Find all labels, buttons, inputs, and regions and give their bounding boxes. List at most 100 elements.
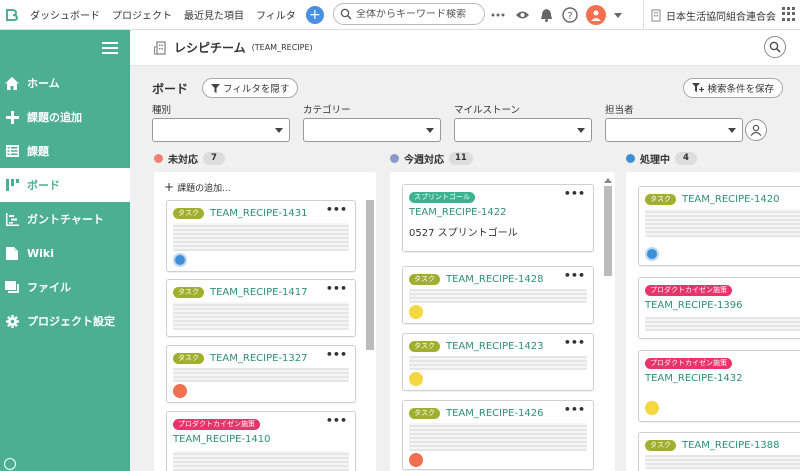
search-icon [769, 41, 781, 53]
issue-type-badge: タスク [645, 439, 676, 451]
issue-card[interactable]: プロダクトカイゼン施策 ••• TEAM_RECIPE-1410 [166, 411, 356, 471]
add-issue-link[interactable]: + 課題の追加... [164, 180, 231, 194]
issue-key-link[interactable]: TEAM_RECIPE-1420 [682, 194, 780, 205]
organization[interactable]: 日本生活協同組合連合会 [643, 0, 776, 30]
column-scrollbar[interactable] [366, 200, 374, 350]
column-name: 処理中 [640, 154, 670, 166]
sidebar-item-label: プロジェクト設定 [27, 315, 115, 328]
nav-projects[interactable]: プロジェクト [106, 7, 178, 22]
sidebar-item-wiki[interactable]: Wiki [0, 236, 130, 270]
building-icon [651, 8, 661, 22]
more-icon[interactable]: ••• [564, 336, 585, 349]
assignee-avatar [173, 253, 187, 267]
global-search-input[interactable] [356, 8, 481, 20]
issue-key-link[interactable]: TEAM_RECIPE-1431 [210, 208, 308, 219]
hide-filter-label: フィルタを隠す [223, 84, 290, 95]
issue-summary-redacted [645, 317, 800, 331]
issue-type-badge: タスク [173, 286, 204, 298]
issue-type-badge: タスク [409, 273, 440, 285]
apps-grid-icon[interactable] [782, 7, 796, 21]
issue-key-link[interactable]: TEAM_RECIPE-1410 [173, 434, 271, 445]
more-icon[interactable]: ••• [326, 203, 347, 216]
issue-key-link[interactable]: TEAM_RECIPE-1432 [645, 373, 743, 384]
issue-summary-redacted [173, 223, 349, 251]
more-icon[interactable]: ••• [326, 414, 347, 427]
app-logo-icon[interactable] [0, 0, 24, 30]
more-icon[interactable]: ••• [326, 282, 347, 295]
column-scrollbar[interactable] [604, 186, 612, 276]
assign-myself-button[interactable] [745, 119, 767, 141]
hide-filter-button[interactable]: フィルタを隠す [202, 78, 299, 98]
issue-key-link[interactable]: TEAM_RECIPE-1426 [446, 408, 544, 419]
more-icon[interactable]: ••• [326, 348, 347, 361]
issue-card[interactable]: タスク TEAM_RECIPE-1417 ••• [166, 279, 356, 337]
issue-type-badge: スプリントゴール [409, 191, 475, 203]
issue-key-link[interactable]: TEAM_RECIPE-1396 [645, 300, 743, 311]
bell-icon[interactable] [538, 7, 554, 23]
sidebar-item-gantt[interactable]: ガントチャート [0, 202, 130, 236]
issue-type-badge: タスク [173, 207, 204, 219]
sidebar-item-project-settings[interactable]: プロジェクト設定 [0, 304, 130, 338]
user-menu-caret-icon[interactable] [614, 7, 622, 23]
sidebar-item-home[interactable]: ホーム [0, 66, 130, 100]
category-select[interactable] [303, 118, 441, 142]
issue-key-link[interactable]: TEAM_RECIPE-1388 [682, 440, 780, 451]
project-search-button[interactable] [764, 36, 786, 58]
filter-issue-type: 種別 [152, 102, 290, 142]
help-icon[interactable]: ? [562, 7, 578, 23]
save-search-button[interactable]: 検索条件を保存 [683, 78, 783, 98]
user-avatar[interactable] [586, 5, 606, 25]
issue-key-link[interactable]: TEAM_RECIPE-1417 [210, 287, 308, 298]
sidebar-toggle[interactable] [0, 30, 130, 66]
wiki-icon [5, 246, 19, 260]
global-add-button[interactable]: + [305, 5, 324, 24]
issue-key-link[interactable]: TEAM_RECIPE-1428 [446, 274, 544, 285]
sidebar-item-label: ガントチャート [27, 213, 104, 226]
more-dots-icon[interactable] [490, 7, 506, 23]
sidebar-item-issues[interactable]: 課題 [0, 134, 130, 168]
board-column-in-progress: 処理中 4 タスク TEAM_RECIPE-1420 プロダクトカイゼン施策 TE… [626, 150, 800, 471]
milestone-select[interactable] [454, 118, 592, 142]
project-name[interactable]: レシピチーム [174, 39, 246, 56]
issue-card[interactable]: タスク TEAM_RECIPE-1426 ••• [402, 400, 594, 470]
more-icon[interactable]: ••• [564, 403, 585, 416]
issue-card[interactable]: タスク TEAM_RECIPE-1420 [638, 186, 800, 266]
scroll-up-icon[interactable] [604, 178, 612, 183]
issue-card[interactable]: スプリントゴール ••• TEAM_RECIPE-1422 0527 スプリント… [402, 184, 594, 252]
more-icon[interactable]: ••• [564, 269, 585, 282]
sidebar-collapse-icon[interactable] [4, 458, 16, 470]
more-icon[interactable]: ••• [564, 187, 585, 200]
svg-text:?: ? [567, 11, 572, 22]
main-content: レシピチーム (TEAM_RECIPE) ボード フィルタを隠す 検索条件を保存… [130, 30, 800, 471]
nav-filters[interactable]: フィルタ [250, 7, 302, 22]
watch-eye-icon[interactable] [514, 7, 530, 23]
global-search[interactable] [333, 3, 485, 25]
issue-card[interactable]: プロダクトカイゼン施策 TEAM_RECIPE-1396 [638, 277, 800, 339]
sidebar-item-files[interactable]: ファイル [0, 270, 130, 304]
issue-card[interactable]: タスク TEAM_RECIPE-1431 ••• [166, 200, 356, 272]
project-building-icon [154, 40, 166, 55]
column-body: + 課題の追加... タスク TEAM_RECIPE-1431 ••• タスク TEA… [154, 172, 376, 471]
issue-key-link[interactable]: TEAM_RECIPE-1327 [210, 353, 308, 364]
home-icon [5, 76, 19, 90]
nav-recent[interactable]: 最近見た項目 [178, 7, 250, 22]
global-nav: ダッシュボード プロジェクト 最近見た項目 フィルタ [24, 7, 302, 22]
issue-summary-redacted [409, 423, 587, 451]
sidebar-item-add-issue[interactable]: 課題の追加 [0, 100, 130, 134]
nav-dashboard[interactable]: ダッシュボード [24, 7, 106, 22]
issue-card[interactable]: プロダクトカイゼン施策 TEAM_RECIPE-1432 [638, 350, 800, 422]
assignee-select[interactable] [605, 118, 743, 142]
issue-key-link[interactable]: TEAM_RECIPE-1423 [446, 341, 544, 352]
issue-card[interactable]: タスク TEAM_RECIPE-1388 [638, 432, 800, 471]
issue-key-link[interactable]: TEAM_RECIPE-1422 [409, 207, 507, 218]
chevron-down-icon [426, 128, 434, 133]
issue-card[interactable]: タスク TEAM_RECIPE-1327 ••• [166, 345, 356, 403]
issue-type-select[interactable] [152, 118, 290, 142]
issue-card[interactable]: タスク TEAM_RECIPE-1428 ••• [402, 266, 594, 324]
issue-card[interactable]: タスク TEAM_RECIPE-1423 ••• [402, 333, 594, 391]
assignee-avatar [645, 247, 659, 261]
column-header: 今週対応 11 [390, 150, 620, 166]
sidebar-item-label: ファイル [27, 281, 71, 294]
project-key: (TEAM_RECIPE) [251, 43, 313, 52]
sidebar-item-board[interactable]: ボード [0, 168, 130, 202]
